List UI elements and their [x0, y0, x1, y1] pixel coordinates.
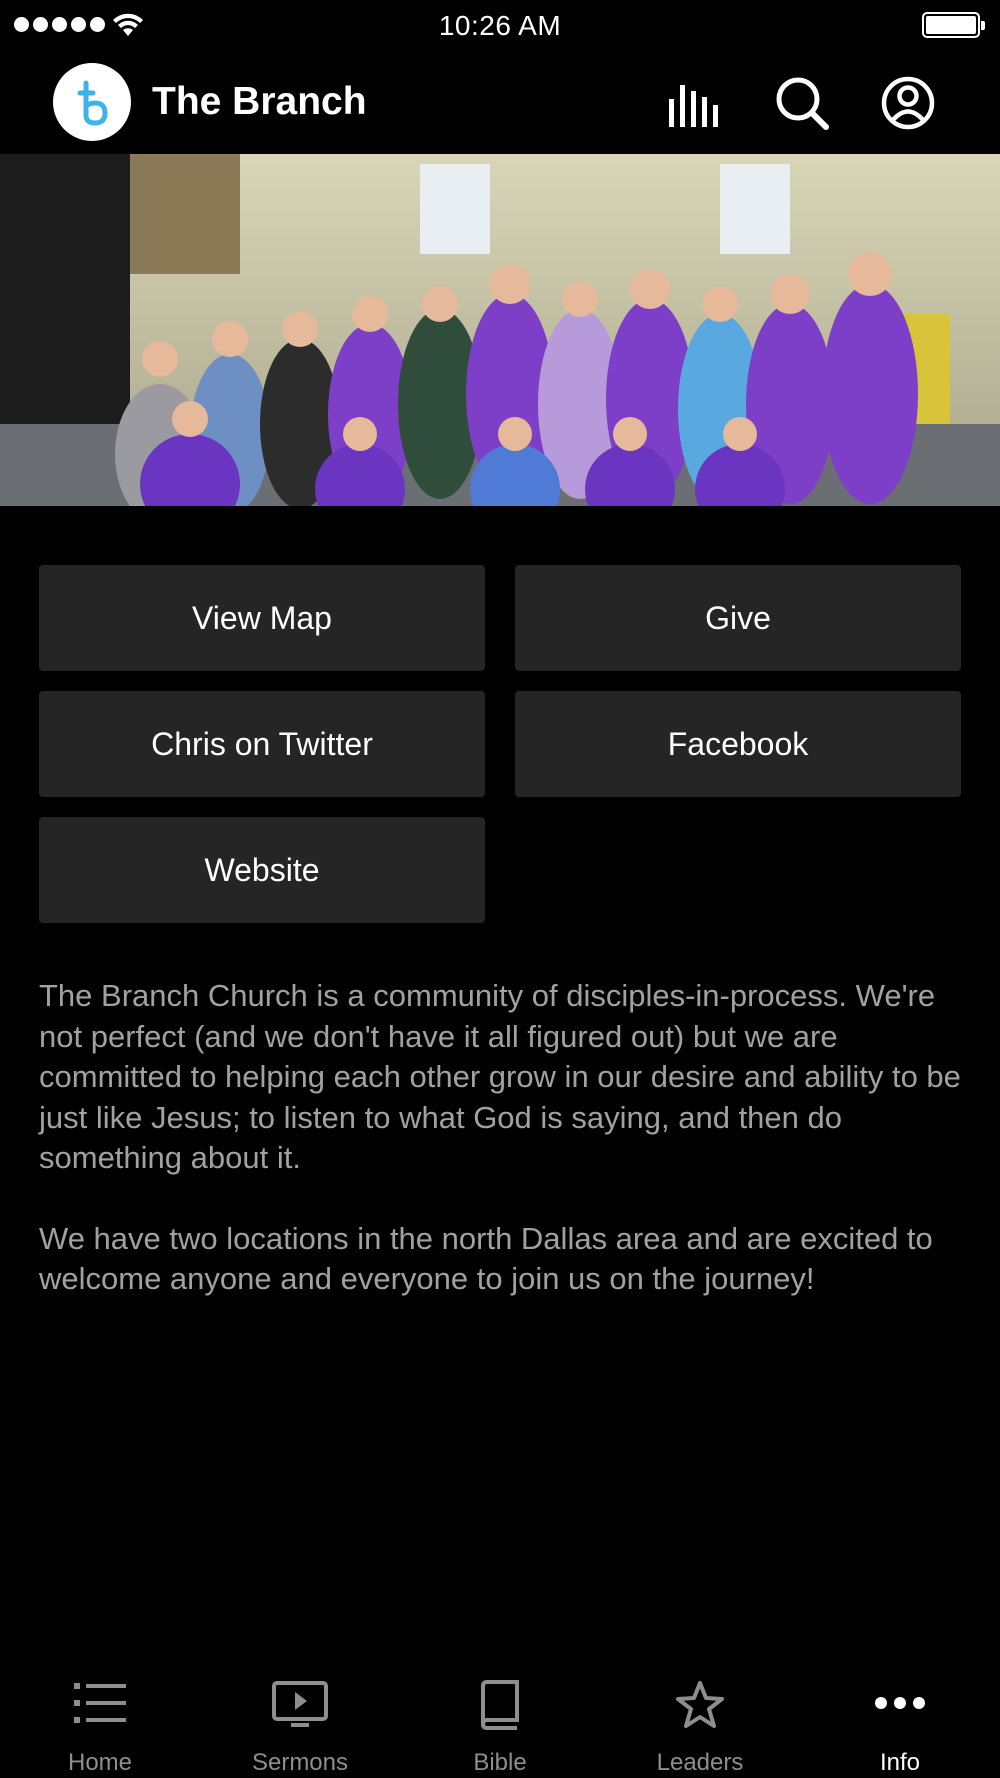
view-map-button[interactable]: View Map — [39, 565, 485, 671]
tab-label: Home — [67, 1749, 133, 1776]
play-screen-icon — [272, 1681, 328, 1727]
twitter-button[interactable]: Chris on Twitter — [39, 691, 485, 797]
more-dots-icon — [875, 1697, 925, 1709]
tab-info[interactable]: Info — [800, 1670, 1000, 1778]
church-description: The Branch Church is a community of disc… — [39, 976, 969, 1300]
tab-leaders[interactable]: Leaders — [600, 1670, 800, 1778]
list-icon — [74, 1683, 126, 1723]
tab-label: Info — [879, 1749, 921, 1776]
website-button[interactable]: Website — [39, 817, 485, 923]
account-icon[interactable] — [878, 73, 938, 133]
status-time: 10:26 AM — [438, 10, 562, 41]
description-paragraph: The Branch Church is a community of disc… — [39, 978, 961, 1175]
tab-sermons[interactable]: Sermons — [200, 1670, 400, 1778]
app-title: The Branch — [152, 80, 367, 123]
tab-label: Leaders — [656, 1749, 744, 1776]
audio-bars-icon[interactable] — [665, 73, 725, 133]
hero-photo — [0, 154, 1000, 506]
battery-icon — [922, 12, 985, 38]
tab-bar: Home Sermons Bible Leaders Info — [0, 1670, 1000, 1778]
star-icon — [676, 1681, 724, 1728]
tab-bible[interactable]: Bible — [400, 1670, 600, 1778]
tab-label: Bible — [473, 1749, 527, 1776]
tab-label: Sermons — [251, 1749, 349, 1776]
facebook-button[interactable]: Facebook — [515, 691, 961, 797]
app-header: The Branch — [0, 52, 1000, 154]
status-bar: 10:26 AM — [0, 0, 1000, 50]
description-paragraph: We have two locations in the north Dalla… — [39, 1220, 933, 1297]
book-icon — [480, 1680, 519, 1730]
tab-home[interactable]: Home — [0, 1670, 200, 1778]
give-button[interactable]: Give — [515, 565, 961, 671]
branch-b-logo-icon[interactable] — [53, 63, 131, 141]
search-icon[interactable] — [772, 73, 832, 133]
